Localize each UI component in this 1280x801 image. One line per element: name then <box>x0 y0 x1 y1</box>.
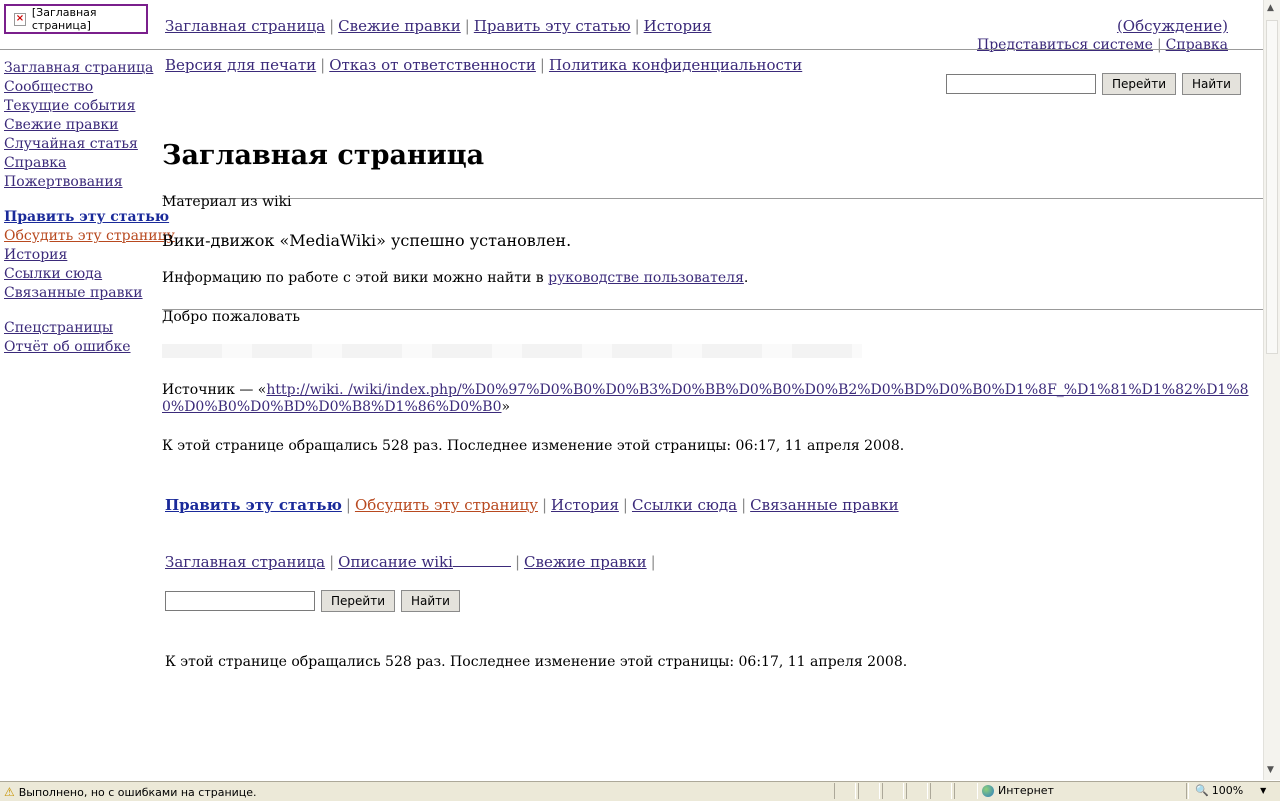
broken-image-icon: × <box>14 12 26 26</box>
user-guide-link[interactable]: руководстве пользователя <box>548 270 744 286</box>
scroll-thumb[interactable] <box>1266 20 1278 354</box>
print-version-link[interactable]: Версия для печати <box>165 56 316 74</box>
section-divider <box>162 309 1264 310</box>
privacy-link[interactable]: Политика конфиденциальности <box>549 56 802 74</box>
discussion-link[interactable]: (Обсуждение) <box>1117 17 1228 35</box>
status-message[interactable]: ⚠ Выполнено, но с ошибками на странице. <box>4 785 257 799</box>
sidebar-item-history[interactable]: История <box>4 246 175 265</box>
help-link[interactable]: Справка <box>1166 37 1228 53</box>
sidebar-item-bug-report[interactable]: Отчёт об ошибке <box>4 338 175 357</box>
info-suffix: . <box>743 270 749 286</box>
status-cell <box>906 783 928 799</box>
sidebar-page-actions: Править эту статью Обсудить эту страницу… <box>4 208 175 303</box>
sidebar-item-random[interactable]: Случайная статья <box>4 135 175 154</box>
find-button-bottom[interactable]: Найти <box>401 590 460 612</box>
sidebar-item-special-pages[interactable]: Спецстраницы <box>4 319 175 338</box>
sidebar-tools: Спецстраницы Отчёт об ошибке <box>4 319 175 357</box>
status-cell <box>930 783 952 799</box>
sidebar-item-related-changes[interactable]: Связанные правки <box>4 284 175 303</box>
sidebar-item-edit[interactable]: Править эту статью <box>4 208 175 227</box>
install-message: Вики-движок «MediaWiki» успешно установл… <box>162 231 572 250</box>
zoom-level: 100% <box>1211 784 1244 797</box>
globe-icon <box>982 784 994 797</box>
bottom-edit-link[interactable]: Править эту статью <box>165 496 342 514</box>
source-prefix: Источник — « <box>162 382 267 398</box>
sidebar-item-discuss[interactable]: Обсудить эту страницу <box>4 227 175 246</box>
source-url-link[interactable]: http://wiki. /wiki/index.php/%D0%97%D0%B… <box>162 382 1249 415</box>
status-cell <box>1186 783 1189 799</box>
footer-stats: К этой странице обращались 528 раз. Посл… <box>165 654 908 670</box>
bottom-history-link[interactable]: История <box>551 496 619 514</box>
sidebar-item-current-events[interactable]: Текущие события <box>4 97 175 116</box>
sidebar-item-main-page[interactable]: Заглавная страница <box>4 59 175 78</box>
site-subtitle: Материал из wiki <box>162 194 292 210</box>
chevron-down-icon: ▼ <box>1260 786 1267 795</box>
search-form-bottom: Перейти Найти <box>165 590 460 612</box>
page-stats: К этой странице обращались 528 раз. Посл… <box>162 438 905 454</box>
zoom-icon: 🔍 <box>1195 784 1209 797</box>
info-paragraph: Информацию по работе с этой вики можно н… <box>162 270 748 286</box>
go-button-bottom[interactable]: Перейти <box>321 590 395 612</box>
source-suffix: » <box>501 399 511 415</box>
footer-links: Заглавная страница | Описание wiki | Свежие … <box>165 553 656 571</box>
status-cell <box>954 783 978 799</box>
security-zone[interactable]: Интернет <box>982 784 1054 797</box>
page-title: Заглавная страница <box>162 140 485 171</box>
footer-about-link[interactable]: Описание wiki <box>338 553 453 571</box>
sidebar-item-what-links-here[interactable]: Ссылки сюда <box>4 265 175 284</box>
status-cell <box>834 783 856 799</box>
status-cell <box>858 783 880 799</box>
welcome-heading: Добро пожаловать <box>162 309 300 325</box>
search-form-top: Перейти Найти <box>946 73 1241 95</box>
scroll-up-icon[interactable]: ▲ <box>1267 3 1274 13</box>
vertical-scrollbar[interactable]: ▲ ▼ <box>1263 0 1280 780</box>
personal-links: Представиться системе | Справка <box>977 37 1228 53</box>
footer-main-page-link[interactable]: Заглавная страница <box>165 553 325 571</box>
bottom-actions: Править эту статью | Обсудить эту страницу… <box>165 496 899 514</box>
disclaimer-link[interactable]: Отказ от ответственности <box>329 56 536 74</box>
search-input-bottom[interactable] <box>165 591 315 611</box>
sub-nav: Версия для печати | Отказ от ответственнос… <box>165 56 803 74</box>
zoom-control[interactable]: 🔍 100% ▼ <box>1195 784 1266 797</box>
warning-icon: ⚠ <box>4 785 15 799</box>
footer-about-link-gap <box>452 554 511 567</box>
find-button[interactable]: Найти <box>1182 73 1241 95</box>
scroll-down-icon[interactable]: ▼ <box>1267 765 1274 775</box>
sidebar: Заглавная страница Сообщество Текущие со… <box>4 59 175 373</box>
sidebar-item-help[interactable]: Справка <box>4 154 175 173</box>
top-nav-recent-changes[interactable]: Свежие правки <box>338 17 461 35</box>
source-line: Источник — «http://wiki. /wiki/index.php… <box>162 382 1252 416</box>
status-text: Выполнено, но с ошибками на странице. <box>18 785 257 799</box>
footer-recent-changes-link[interactable]: Свежие правки <box>524 553 647 571</box>
sidebar-navigation: Заглавная страница Сообщество Текущие со… <box>4 59 175 192</box>
status-cell <box>882 783 904 799</box>
logo-alt-text: [Заглавная страница] <box>31 6 97 32</box>
bottom-links-here-link[interactable]: Ссылки сюда <box>632 496 737 514</box>
top-nav: Заглавная страница | Свежие правки | Править… <box>165 17 712 35</box>
bottom-related-changes-link[interactable]: Связанные правки <box>750 496 898 514</box>
top-nav-history[interactable]: История <box>644 17 712 35</box>
logo[interactable]: × [Заглавная страница] <box>4 4 148 34</box>
title-divider <box>162 198 1264 199</box>
header-divider <box>0 49 1264 50</box>
search-input[interactable] <box>946 74 1096 94</box>
info-prefix: Информацию по работе с этой вики можно н… <box>162 270 549 286</box>
zone-label: Интернет <box>998 784 1054 797</box>
bottom-discuss-link[interactable]: Обсудить эту страницу <box>355 496 538 514</box>
go-button[interactable]: Перейти <box>1102 73 1176 95</box>
faded-text-block <box>162 344 862 358</box>
login-link[interactable]: Представиться системе <box>977 37 1153 53</box>
sidebar-item-recent-changes[interactable]: Свежие правки <box>4 116 175 135</box>
top-nav-edit[interactable]: Править эту статью <box>474 17 631 35</box>
sidebar-item-community[interactable]: Сообщество <box>4 78 175 97</box>
status-bar: ⚠ Выполнено, но с ошибками на странице. … <box>0 781 1280 801</box>
sidebar-item-donate[interactable]: Пожертвования <box>4 173 175 192</box>
top-nav-main-page[interactable]: Заглавная страница <box>165 17 325 35</box>
